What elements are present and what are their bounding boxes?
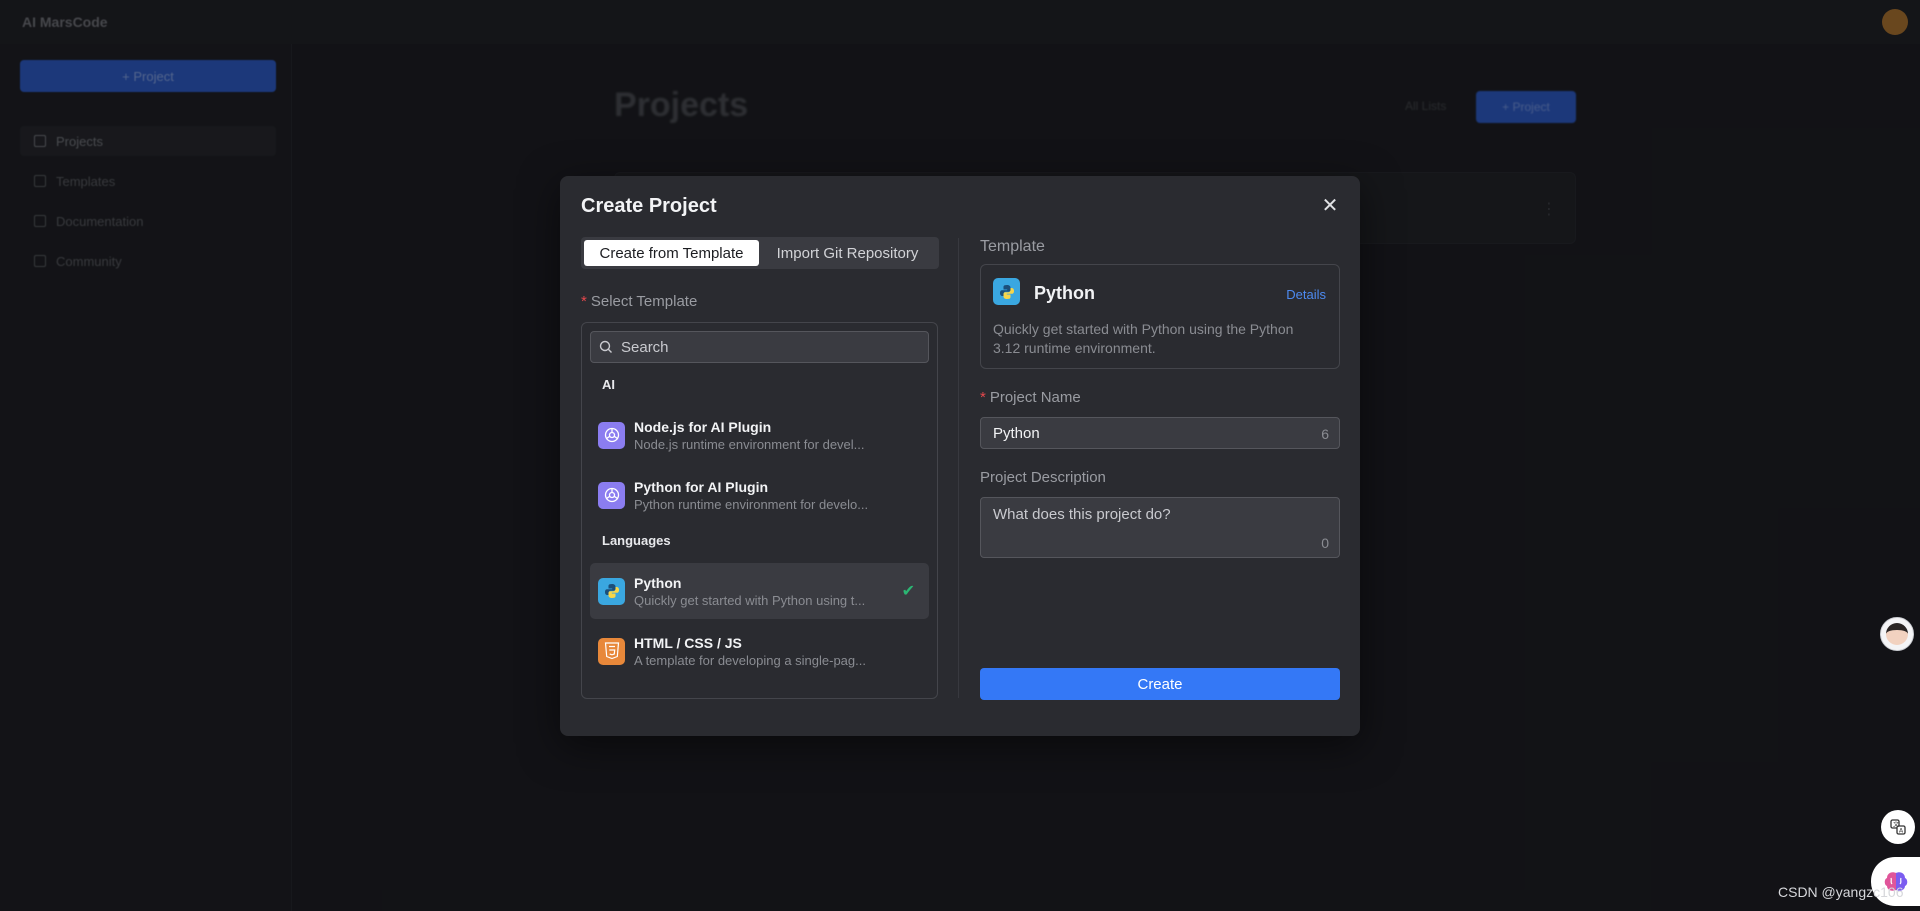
translate-icon: 文A <box>1890 819 1906 835</box>
project-description-label: Project Description <box>980 469 1106 486</box>
group-heading-languages: Languages <box>602 533 671 548</box>
checkmark-icon: ✔ <box>901 583 915 600</box>
project-name-label: * Project Name <box>980 389 1081 406</box>
search-input[interactable] <box>621 338 921 356</box>
search-box[interactable] <box>590 331 929 363</box>
template-name: Python <box>634 574 682 591</box>
search-icon <box>599 340 612 353</box>
project-description-input[interactable] <box>993 506 1313 550</box>
python-icon <box>598 577 625 605</box>
template-name: Python for AI Plugin <box>634 478 769 495</box>
watermark: CSDN @yangzc106 <box>1778 884 1904 900</box>
details-link[interactable]: Details <box>1286 287 1326 302</box>
tab-import-git-repository[interactable]: Import Git Repository <box>759 240 936 266</box>
group-heading-ai: AI <box>602 377 615 392</box>
select-template-label: * Select Template <box>581 293 698 310</box>
selected-template-card: Python Details Quickly get started with … <box>980 264 1340 369</box>
template-section-label: Template <box>980 238 1045 255</box>
assistant-avatar[interactable] <box>1880 617 1914 651</box>
avatar-face-icon <box>1886 623 1908 645</box>
create-project-dialog: Create Project ✕ Create from Template Im… <box>560 176 1360 736</box>
project-name-input[interactable] <box>993 425 1293 442</box>
close-icon[interactable]: ✕ <box>1320 196 1340 216</box>
template-description: A template for developing a single-pag..… <box>634 652 866 668</box>
template-description: Quickly get started with Python using t.… <box>634 592 866 608</box>
template-description: Node.js runtime environment for devel... <box>634 436 865 452</box>
template-item-python-ai-plugin[interactable]: Python for AI Plugin Python runtime envi… <box>590 467 929 523</box>
source-tabs: Create from Template Import Git Reposito… <box>581 237 939 269</box>
template-item-nodejs-ai-plugin[interactable]: Node.js for AI Plugin Node.js runtime en… <box>590 407 929 463</box>
template-name: Node.js for AI Plugin <box>634 418 772 435</box>
template-item-python[interactable]: Python Quickly get started with Python u… <box>590 563 929 619</box>
python-icon <box>993 278 1020 305</box>
selected-template-description: Quickly get started with Python using th… <box>993 321 1294 356</box>
project-name-char-count: 6 <box>1321 426 1329 442</box>
project-description-char-count: 0 <box>1321 535 1329 551</box>
tab-create-from-template[interactable]: Create from Template <box>584 240 759 266</box>
translate-button[interactable]: 文A <box>1881 810 1915 844</box>
dialog-title: Create Project <box>581 195 717 217</box>
openai-icon <box>598 481 625 509</box>
project-description-field[interactable]: 0 <box>980 497 1340 558</box>
html5-icon <box>598 637 625 665</box>
selected-template-name: Python <box>1034 283 1095 303</box>
template-name: HTML / CSS / JS <box>634 634 742 651</box>
create-button[interactable]: Create <box>980 668 1340 700</box>
project-name-field[interactable]: 6 <box>980 417 1340 449</box>
column-divider <box>958 238 959 698</box>
template-list: AI Node.js for AI Plugin Node.js runtime… <box>581 322 938 699</box>
template-item-html-css-js[interactable]: HTML / CSS / JS A template for developin… <box>590 623 929 679</box>
openai-icon <box>598 421 625 449</box>
template-description: Python runtime environment for develo... <box>634 496 869 512</box>
